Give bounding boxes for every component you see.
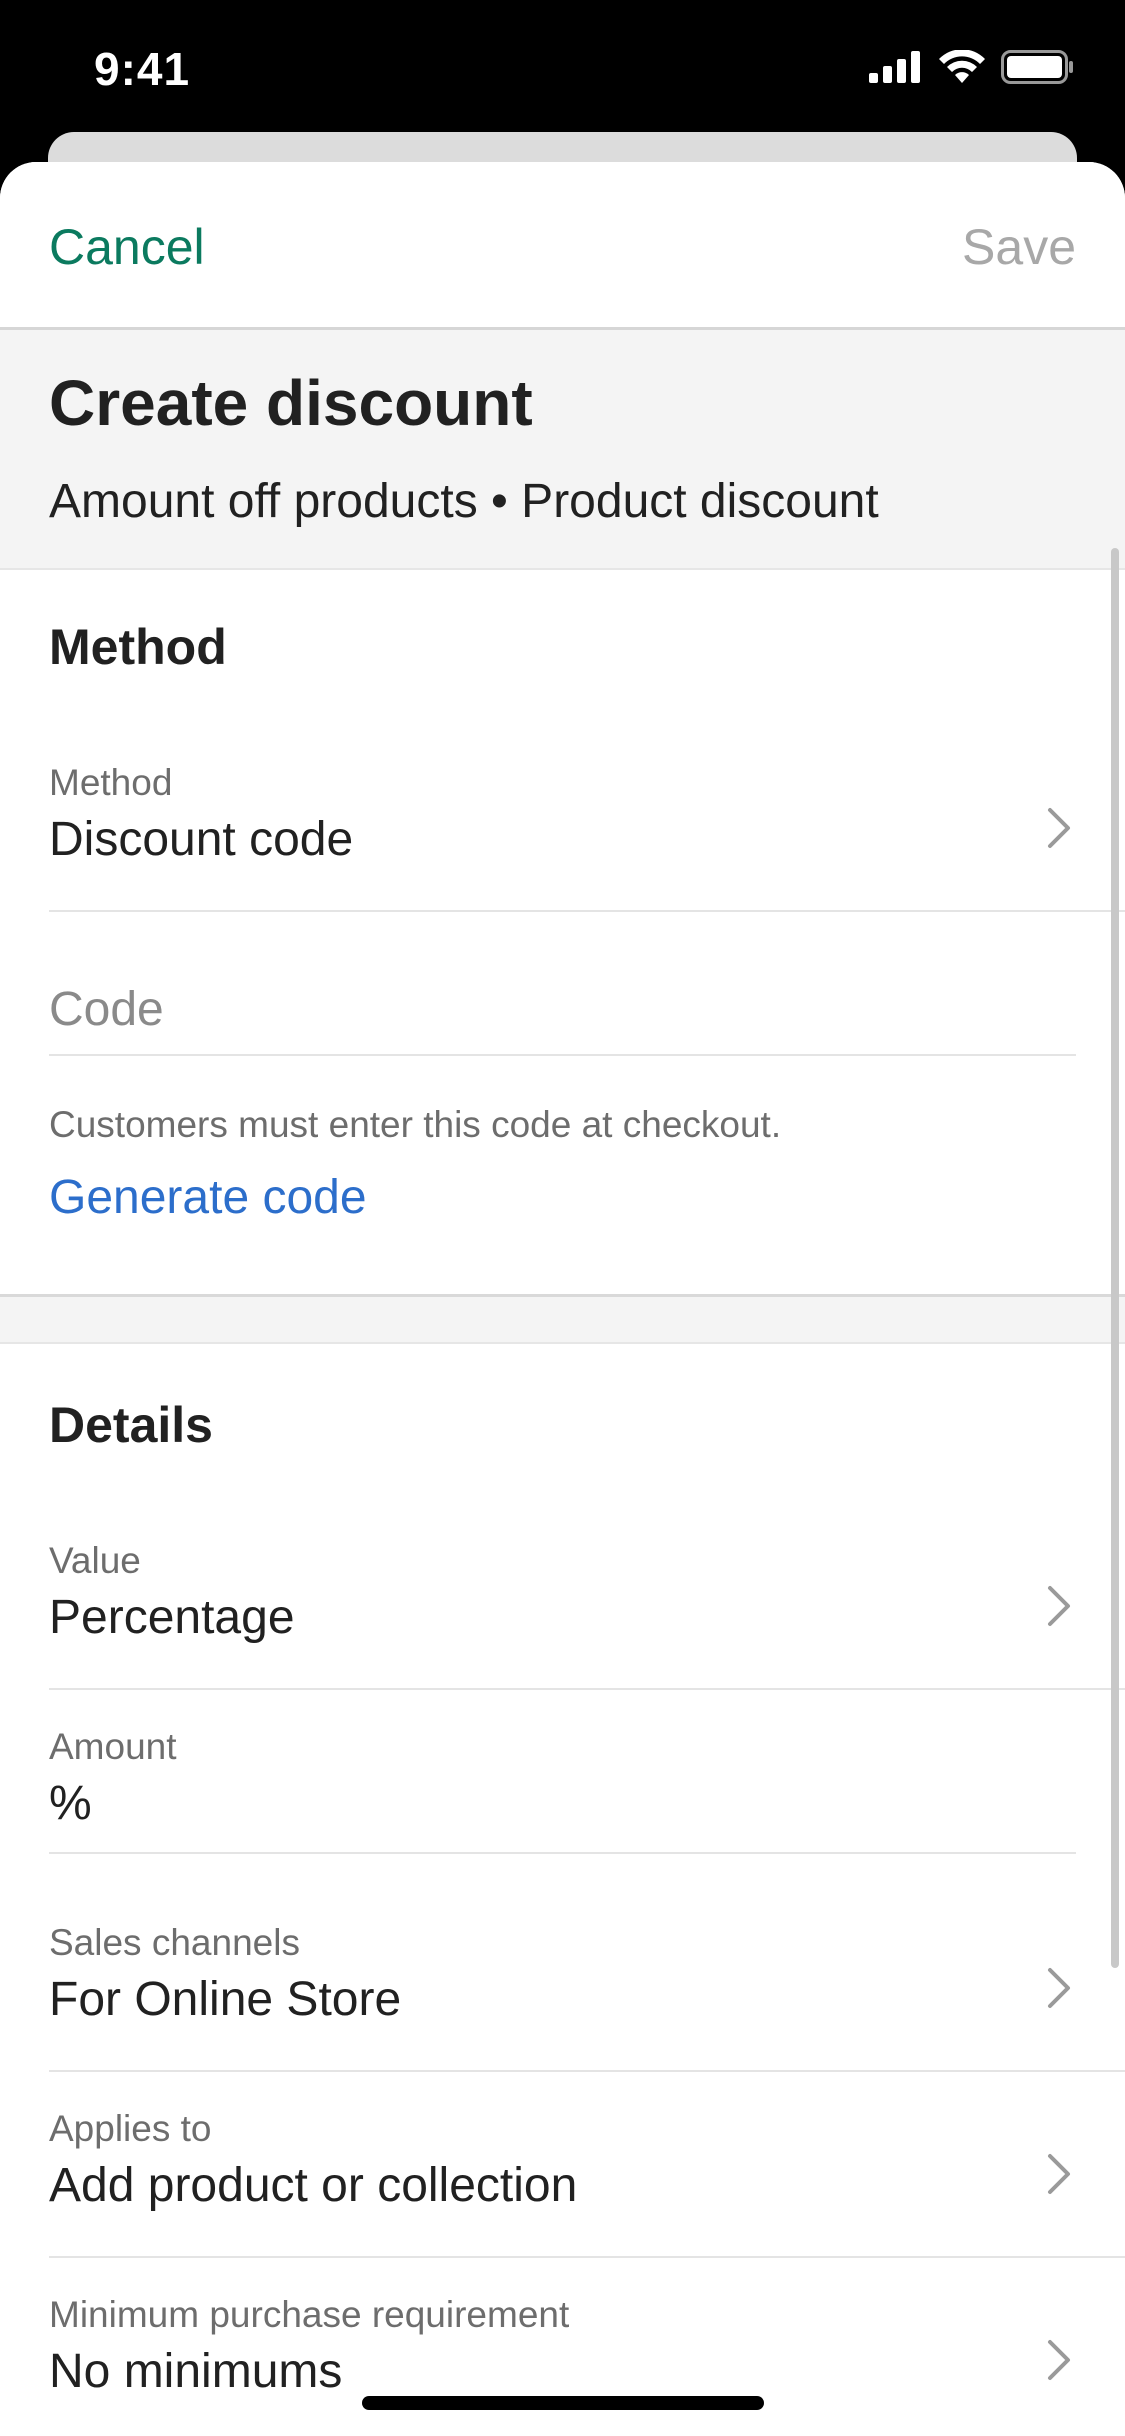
divider (49, 2256, 1125, 2258)
applies-to-row-value: Add product or collection (49, 2159, 578, 2212)
amount-input-underline (49, 1852, 1076, 1854)
applies-to-row-label: Applies to (49, 2108, 212, 2149)
code-field[interactable]: Code (49, 950, 1125, 1060)
cancel-button[interactable]: Cancel (49, 218, 205, 276)
method-row-label: Method (49, 762, 173, 803)
chevron-right-icon (1048, 2154, 1070, 2194)
nav-bar: Cancel Save (0, 162, 1125, 330)
generate-code-row: Generate code (49, 1170, 1125, 1240)
wifi-icon (939, 50, 985, 83)
page-header: Create discount Amount off products • Pr… (0, 330, 1125, 570)
minimum-purchase-row-value: No minimums (49, 2345, 343, 2398)
divider (49, 910, 1125, 912)
status-time: 9:41 (94, 43, 191, 95)
page-title: Create discount (49, 367, 533, 439)
home-indicator[interactable] (362, 2396, 764, 2410)
method-section: Method Method Discount code Code Custome… (0, 570, 1125, 1290)
code-help: Customers must enter this code at checko… (49, 1104, 1125, 1164)
chevron-right-icon (1048, 808, 1070, 848)
status-icons (869, 50, 1075, 84)
create-discount-sheet: Cancel Save Create discount Amount off p… (0, 162, 1125, 2436)
code-help-text: Customers must enter this code at checko… (49, 1104, 782, 1145)
save-button[interactable]: Save (962, 218, 1076, 276)
code-input-placeholder: Code (49, 983, 164, 1036)
sales-channels-row-label: Sales channels (49, 1922, 300, 1963)
value-row-value: Percentage (49, 1591, 295, 1644)
method-row[interactable]: Method Discount code (49, 750, 1125, 912)
minimum-purchase-row-label: Minimum purchase requirement (49, 2294, 570, 2335)
details-row-applies-to[interactable]: Applies to Add product or collection (49, 2096, 1125, 2258)
amount-row-label: Amount (49, 1726, 177, 1767)
method-section-title: Method (49, 619, 227, 675)
code-input-underline (49, 1054, 1076, 1056)
chevron-right-icon (1048, 1586, 1070, 1626)
chevron-right-icon (1048, 1968, 1070, 2008)
details-section-title: Details (49, 1397, 213, 1453)
details-row-amount[interactable]: Amount % (49, 1714, 1125, 1854)
value-row-label: Value (49, 1540, 141, 1581)
battery-icon (1001, 50, 1073, 84)
status-bar: 9:41 (0, 0, 1125, 132)
divider (49, 1688, 1125, 1690)
scrollbar[interactable] (1111, 548, 1119, 1968)
amount-input[interactable]: % (49, 1776, 92, 1831)
section-separator (0, 1294, 1125, 1344)
details-row-sales-channels[interactable]: Sales channels For Online Store (49, 1910, 1125, 2072)
generate-code-link[interactable]: Generate code (49, 1170, 367, 1225)
chevron-right-icon (1048, 2340, 1070, 2380)
details-section: Details Value Percentage Amount % Sales … (0, 1344, 1125, 2436)
divider (49, 2070, 1125, 2072)
sales-channels-row-value: For Online Store (49, 1973, 402, 2026)
signal-icon (869, 51, 920, 83)
page-subtitle: Amount off products • Product discount (49, 475, 879, 528)
method-row-value: Discount code (49, 813, 354, 866)
details-row-value[interactable]: Value Percentage (49, 1528, 1125, 1690)
details-row-minimum-purchase[interactable]: Minimum purchase requirement No minimums (49, 2282, 1125, 2436)
